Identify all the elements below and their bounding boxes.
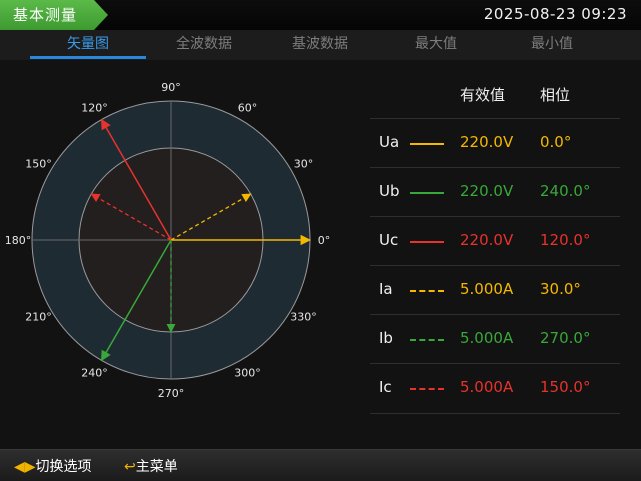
row-phase: 270.0° [540, 329, 591, 347]
switch-option-label: 切换选项 [35, 459, 92, 475]
row-phase: 0.0° [540, 133, 572, 151]
tab-full-wave-data[interactable]: 全波数据 [146, 30, 262, 60]
header-phase: 相位 [540, 86, 571, 104]
row-name: Uc [379, 231, 399, 249]
legend-line-solid [410, 143, 444, 145]
angle-label: 0° [318, 234, 331, 247]
top-bar: 基本测量 2025-08-23 09:23 [0, 0, 641, 30]
table-row-ua: Ua 220.0V 0.0° [370, 118, 620, 168]
row-phase: 150.0° [540, 378, 591, 396]
angle-label: 30° [294, 158, 314, 171]
row-name: Ia [379, 280, 393, 298]
legend-line-dashed [410, 290, 444, 292]
angle-label: 330° [290, 311, 317, 324]
angle-label: 240° [81, 367, 108, 380]
angle-label: 270° [158, 387, 185, 400]
table-row-ic: Ic 5.000A 150.0° [370, 363, 620, 414]
angle-label: 60° [238, 102, 258, 115]
bottom-bar: ◀▶切换选项 ↩主菜单 [0, 449, 641, 481]
tab-max-value[interactable]: 最大值 [378, 30, 494, 60]
angle-label: 180° [5, 234, 32, 247]
table-row-ib: Ib 5.000A 270.0° [370, 314, 620, 364]
main-menu-label: 主菜单 [135, 459, 178, 475]
return-arrow-icon: ↩ [124, 459, 136, 475]
page-title: 基本测量 [13, 6, 78, 24]
row-magnitude: 220.0V [460, 231, 514, 249]
angle-label: 300° [234, 367, 261, 380]
legend-line-dashed [410, 339, 444, 341]
header-rms: 有效值 [460, 86, 506, 104]
tab-bar: 矢量图 全波数据 基波数据 最大值 最小值 [0, 30, 641, 60]
row-name: Ib [379, 329, 393, 347]
row-magnitude: 5.000A [460, 280, 514, 298]
table-row-ub: Ub 220.0V 240.0° [370, 167, 620, 217]
row-phase: 240.0° [540, 182, 591, 200]
row-name: Ua [379, 133, 400, 151]
datetime-display: 2025-08-23 09:23 [483, 5, 627, 23]
table-row-ia: Ia 5.000A 30.0° [370, 265, 620, 315]
table-row-uc: Uc 220.0V 120.0° [370, 216, 620, 266]
tab-fundamental-data[interactable]: 基波数据 [262, 30, 378, 60]
tab-vector-diagram[interactable]: 矢量图 [30, 30, 146, 60]
row-magnitude: 5.000A [460, 378, 514, 396]
angle-label: 120° [81, 102, 108, 115]
row-magnitude: 220.0V [460, 182, 514, 200]
measurement-table: 有效值 相位 Ua 220.0V 0.0° Ub 220.0V 240.0° U… [370, 60, 620, 450]
tab-min-value[interactable]: 最小值 [494, 30, 610, 60]
angle-label: 150° [25, 158, 52, 171]
row-magnitude: 5.000A [460, 329, 514, 347]
main-menu-button[interactable]: ↩主菜单 [124, 456, 178, 476]
row-magnitude: 220.0V [460, 133, 514, 151]
row-phase: 120.0° [540, 231, 591, 249]
angle-label: 90° [161, 81, 181, 94]
legend-line-solid [410, 192, 444, 194]
switch-option-button[interactable]: ◀▶切换选项 [14, 456, 92, 476]
angle-label: 210° [25, 311, 52, 324]
row-phase: 30.0° [540, 280, 581, 298]
legend-line-dashed [410, 388, 444, 390]
row-name: Ub [379, 182, 400, 200]
left-right-arrows-icon: ◀▶ [14, 459, 36, 475]
vector-diagram: 0° 30° 60° 90° 120° 150° 180° 210° 240° 270° 300° 3… [5, 81, 331, 400]
legend-line-solid [410, 241, 444, 243]
row-name: Ic [379, 378, 392, 396]
